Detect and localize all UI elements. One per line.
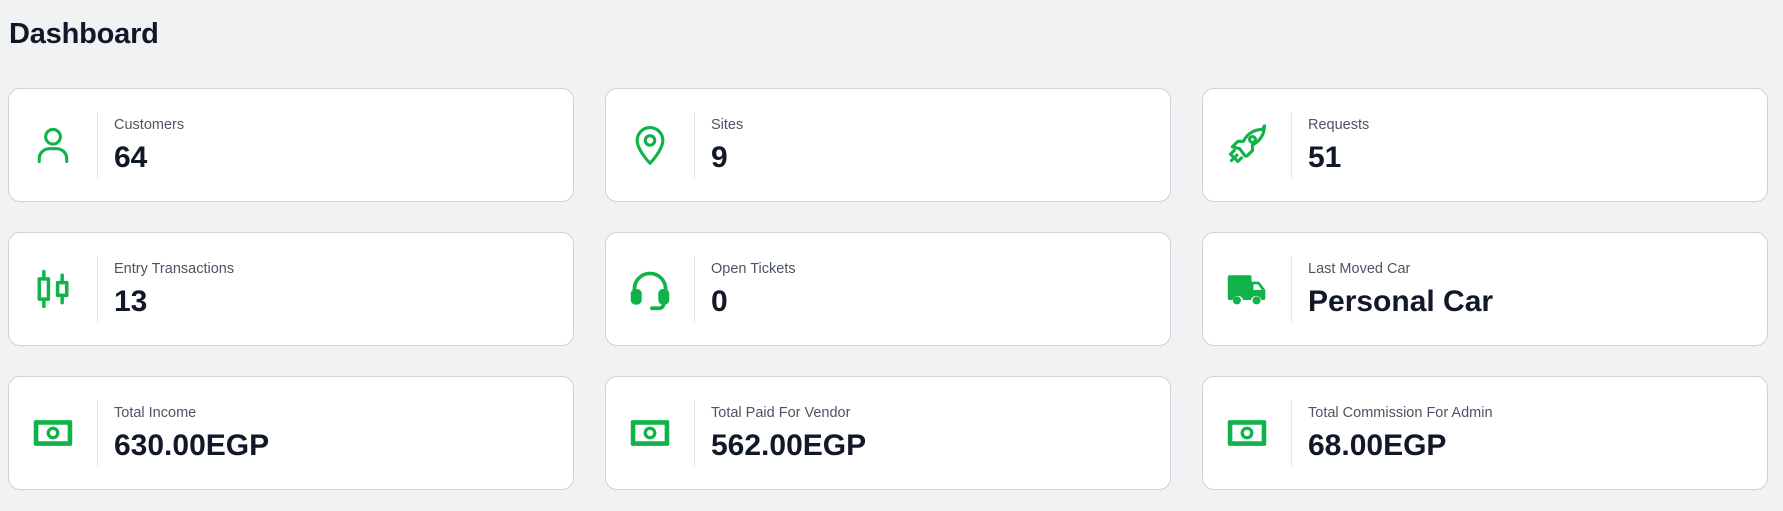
- page-title: Dashboard: [9, 18, 159, 50]
- stat-card-total-paid-for-vendor[interactable]: Total Paid For Vendor 562.00EGP: [605, 376, 1171, 490]
- card-label: Total Income: [114, 404, 197, 421]
- cash-icon: [1203, 377, 1291, 489]
- card-label: Sites: [711, 116, 744, 133]
- card-label: Customers: [114, 116, 185, 133]
- card-value: 64: [114, 140, 148, 174]
- cash-icon: [606, 377, 694, 489]
- card-label: Last Moved Car: [1308, 260, 1411, 277]
- card-value: Personal Car: [1308, 284, 1494, 318]
- card-body: Total Income 630.00EGP: [98, 404, 269, 463]
- card-value: 9: [711, 140, 728, 174]
- card-value: 562.00EGP: [711, 428, 867, 462]
- card-value: 13: [114, 284, 148, 318]
- stat-card-entry-transactions[interactable]: Entry Transactions 13: [8, 232, 574, 346]
- cash-icon: [9, 377, 97, 489]
- card-body: Entry Transactions 13: [98, 260, 234, 319]
- card-label: Entry Transactions: [114, 260, 235, 277]
- card-value: 51: [1308, 140, 1342, 174]
- card-body: Requests 51: [1292, 116, 1369, 175]
- stat-card-requests[interactable]: Requests 51: [1202, 88, 1768, 202]
- truck-icon: [1203, 233, 1291, 345]
- card-value: 0: [711, 284, 728, 318]
- stat-card-customers[interactable]: Customers 64: [8, 88, 574, 202]
- card-value: 630.00EGP: [114, 428, 270, 462]
- candlestick-icon: [9, 233, 97, 345]
- card-label: Open Tickets: [711, 260, 796, 277]
- card-label: Total Commission For Admin: [1308, 404, 1493, 421]
- card-body: Total Commission For Admin 68.00EGP: [1292, 404, 1493, 463]
- card-body: Sites 9: [695, 116, 743, 175]
- stats-grid: Customers 64 Sites 9 Requests 51 Entry T…: [8, 88, 1768, 490]
- user-icon: [9, 89, 97, 201]
- stat-card-open-tickets[interactable]: Open Tickets 0: [605, 232, 1171, 346]
- card-label: Requests: [1308, 116, 1370, 133]
- stat-card-total-income[interactable]: Total Income 630.00EGP: [8, 376, 574, 490]
- map-pin-icon: [606, 89, 694, 201]
- rocket-icon: [1203, 89, 1291, 201]
- stat-card-last-moved-car[interactable]: Last Moved Car Personal Car: [1202, 232, 1768, 346]
- card-body: Open Tickets 0: [695, 260, 796, 319]
- stat-card-sites[interactable]: Sites 9: [605, 88, 1171, 202]
- card-body: Last Moved Car Personal Car: [1292, 260, 1493, 319]
- headset-icon: [606, 233, 694, 345]
- card-body: Customers 64: [98, 116, 184, 175]
- card-body: Total Paid For Vendor 562.00EGP: [695, 404, 866, 463]
- stat-card-total-commission-for-admin[interactable]: Total Commission For Admin 68.00EGP: [1202, 376, 1768, 490]
- card-value: 68.00EGP: [1308, 428, 1447, 462]
- card-label: Total Paid For Vendor: [711, 404, 851, 421]
